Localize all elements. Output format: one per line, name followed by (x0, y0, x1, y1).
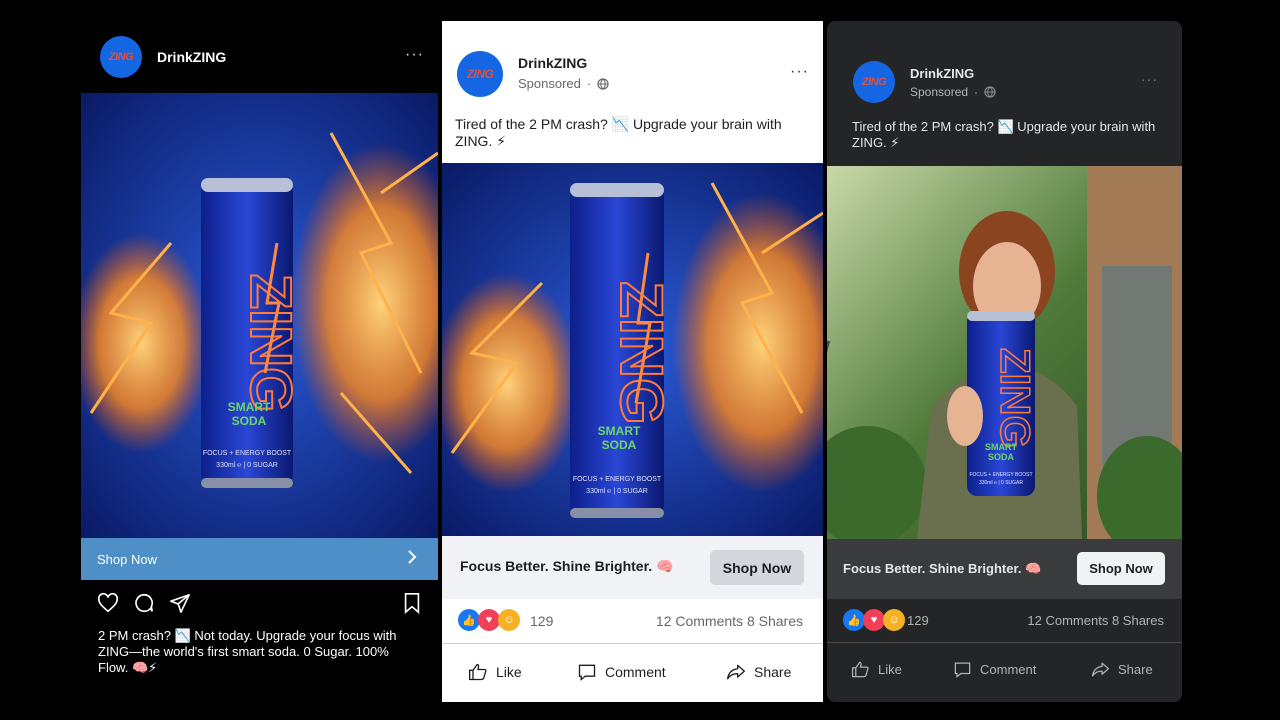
bookmark-icon[interactable] (401, 592, 423, 614)
chevron-right-icon (408, 550, 417, 564)
can-tagline-1: SMART (598, 424, 641, 438)
like-button[interactable]: Like (468, 662, 522, 682)
comments-shares[interactable]: 12 Comments 8 Shares (656, 613, 803, 629)
facebook-post-light: ZING DrinkZING Sponsored · ··· Tired of … (442, 21, 823, 702)
share-icon (727, 664, 745, 680)
comment-label: Comment (605, 664, 666, 680)
avatar[interactable]: ZING (100, 36, 142, 78)
avatar[interactable]: ZING (853, 61, 895, 103)
share-icon (1091, 662, 1110, 677)
post-action-bar: Like Comment Share (442, 644, 823, 702)
post-meta: Sponsored · (518, 76, 609, 91)
love-reaction-icon: ♥ (863, 609, 885, 631)
comment-label: Comment (980, 662, 1037, 677)
page-name[interactable]: DrinkZING (910, 66, 974, 81)
ad-headline: Focus Better. Shine Brighter. 🧠 (843, 561, 1042, 576)
can-tagline-2: SODA (232, 414, 267, 428)
comment-button[interactable]: Comment (577, 662, 666, 682)
like-button[interactable]: Like (851, 660, 902, 679)
shares-count[interactable]: 8 Shares (747, 613, 803, 629)
page-name[interactable]: DrinkZING (518, 55, 587, 71)
share-button[interactable]: Share (726, 662, 791, 682)
sponsored-label: Sponsored (910, 85, 969, 99)
comment-icon (954, 662, 971, 678)
care-reaction-icon: ☺ (883, 609, 905, 631)
reaction-count[interactable]: 129 (530, 613, 553, 629)
thumbs-up-icon (851, 661, 869, 678)
can-tagline-2: SODA (988, 452, 1015, 462)
comments-shares[interactable]: 12 Comments 8 Shares (1027, 613, 1164, 628)
dot-separator: · (586, 76, 592, 91)
can-logo-text: ZING (992, 348, 1039, 448)
engagement-stats: 👍 ♥ ☺ 129 12 Comments 8 Shares (827, 599, 1182, 643)
share-button[interactable]: Share (1091, 660, 1153, 679)
ad-cta-bar: Focus Better. Shine Brighter. 🧠 Shop Now (827, 539, 1182, 599)
more-options-icon[interactable]: ··· (1141, 71, 1158, 87)
care-reaction-icon: ☺ (498, 609, 520, 631)
share-label: Share (754, 664, 792, 680)
more-options-icon[interactable]: ··· (790, 63, 809, 81)
instagram-post: ZING DrinkZING ··· ZING SMART SODA FOCUS… (81, 0, 438, 720)
reaction-count[interactable]: 129 (907, 613, 929, 628)
can-tagline-1: SMART (228, 400, 271, 414)
post-action-bar: Like Comment Share (827, 643, 1182, 701)
shop-now-label: Shop Now (97, 551, 157, 567)
shares-count[interactable]: 8 Shares (1112, 613, 1164, 628)
post-meta: Sponsored · (910, 85, 996, 99)
can-spec-2: 330ml ℮ | 0 SUGAR (216, 462, 278, 469)
ad-cta-bar: Focus Better. Shine Brighter. 🧠 Shop Now (442, 536, 823, 599)
can-tagline-1: SMART (985, 442, 1017, 452)
send-icon[interactable] (169, 592, 191, 614)
love-reaction-icon: ♥ (478, 609, 500, 631)
can-spec-2: 330ml ℮ | 0 SUGAR (979, 480, 1023, 486)
comment-icon (578, 664, 596, 681)
shop-now-button[interactable]: Shop Now (710, 550, 804, 585)
account-name[interactable]: DrinkZING (157, 49, 226, 65)
share-label: Share (1118, 662, 1153, 677)
reactions[interactable]: 👍 ♥ ☺ (843, 609, 913, 633)
engagement-stats: 👍 ♥ ☺ 129 12 Comments 8 Shares (442, 599, 823, 644)
facebook-post-dark: ZING DrinkZING Sponsored · ··· Tired of … (827, 21, 1182, 702)
like-reaction-icon: 👍 (843, 609, 865, 631)
post-text: Tired of the 2 PM crash? 📉 Upgrade your … (455, 116, 782, 149)
comments-count[interactable]: 12 Comments (1027, 613, 1108, 628)
globe-icon (984, 86, 996, 98)
globe-icon (597, 77, 609, 90)
lifestyle-woman-holding-can-image: ZING SMART SODA FOCUS + ENERGY BOOST 330… (827, 166, 1182, 539)
can-spec-1: FOCUS + ENERGY BOOST (203, 450, 292, 457)
like-label: Like (496, 664, 522, 680)
product-can-image: ZING SMART SODA FOCUS + ENERGY BOOST 330… (81, 93, 438, 538)
post-header: ZING DrinkZING ··· (81, 36, 438, 78)
thumbs-up-icon (469, 663, 487, 681)
can-tagline-2: SODA (602, 438, 637, 452)
more-options-icon[interactable]: ··· (405, 46, 424, 64)
can-spec-1: FOCUS + ENERGY BOOST (969, 472, 1032, 478)
can-spec-2: 330ml ℮ | 0 SUGAR (586, 488, 648, 495)
shop-now-button[interactable]: Shop Now (1077, 552, 1165, 585)
dot-separator: · (974, 85, 979, 99)
comments-count[interactable]: 12 Comments (656, 613, 743, 629)
post-actions (97, 592, 422, 614)
comment-icon[interactable] (133, 592, 155, 614)
post-text: Tired of the 2 PM crash? 📉 Upgrade your … (852, 119, 1156, 150)
ad-headline: Focus Better. Shine Brighter. 🧠 (460, 558, 674, 574)
sponsored-label: Sponsored (518, 76, 581, 91)
like-label: Like (878, 662, 902, 677)
avatar[interactable]: ZING (457, 51, 503, 97)
post-caption: 2 PM crash? 📉 Not today. Upgrade your fo… (98, 628, 397, 675)
heart-icon[interactable] (97, 592, 119, 614)
reactions[interactable]: 👍 ♥ ☺ (458, 609, 528, 633)
comment-button[interactable]: Comment (953, 660, 1036, 679)
can-spec-1: FOCUS + ENERGY BOOST (573, 476, 662, 483)
product-can-image: ZING SMART SODA FOCUS + ENERGY BOOST 330… (442, 163, 823, 536)
shop-now-button[interactable]: Shop Now (81, 538, 438, 580)
like-reaction-icon: 👍 (458, 609, 480, 631)
